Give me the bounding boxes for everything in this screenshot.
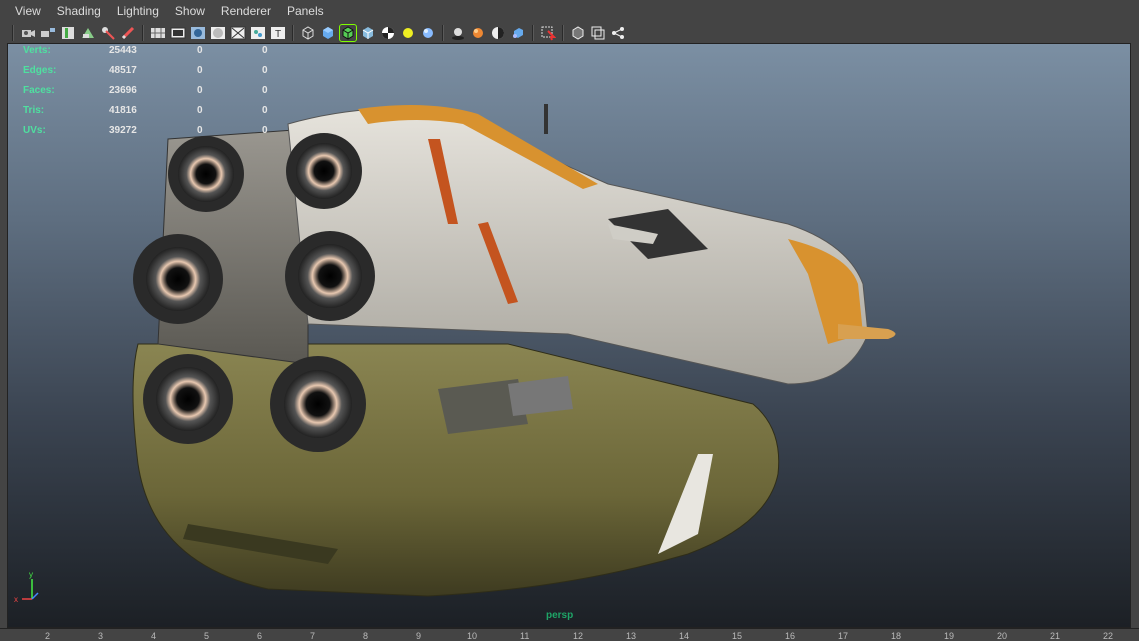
- time-tick: 6: [257, 631, 263, 641]
- bookmark-icon[interactable]: [60, 25, 76, 41]
- textured-icon[interactable]: [360, 25, 376, 41]
- xray-icon[interactable]: [570, 25, 586, 41]
- axis-x-label: x: [14, 595, 18, 604]
- toolbar-separator: [142, 24, 144, 41]
- time-tick: 4: [151, 631, 157, 641]
- menu-renderer[interactable]: Renderer: [212, 0, 278, 22]
- hud-value: 39272: [109, 125, 137, 136]
- spaceship-model: [132, 104, 896, 597]
- time-tick: 14: [679, 631, 690, 641]
- isolate-select-icon[interactable]: [540, 25, 556, 41]
- grid-icon[interactable]: [150, 25, 166, 41]
- time-tick: 2: [45, 631, 51, 641]
- time-tick: 22: [1103, 631, 1114, 641]
- hud-value: 0: [262, 85, 268, 96]
- time-tick: 8: [363, 631, 369, 641]
- resolution-gate-icon[interactable]: [190, 25, 206, 41]
- hud-icon[interactable]: [610, 25, 626, 41]
- camera-icon[interactable]: [20, 25, 36, 41]
- menu-panels[interactable]: Panels: [278, 0, 331, 22]
- toolbar-separator: [532, 24, 534, 41]
- axis-gizmo-icon: y x: [14, 570, 39, 604]
- toolbar-separator: [562, 24, 564, 41]
- hud-value: 41816: [109, 105, 137, 116]
- hud-label: UVs:: [23, 125, 46, 136]
- motion-blur-icon[interactable]: [490, 25, 506, 41]
- screen-ao-icon[interactable]: [470, 25, 486, 41]
- hud-value: 0: [197, 85, 203, 96]
- svg-text:T: T: [275, 29, 281, 40]
- menu-show[interactable]: Show: [166, 0, 212, 22]
- hud-value: 23696: [109, 85, 137, 96]
- shadows-icon[interactable]: [450, 25, 466, 41]
- time-tick: 10: [467, 631, 478, 641]
- menu-view[interactable]: View: [0, 0, 48, 22]
- safe-action-icon[interactable]: [250, 25, 266, 41]
- gate-mask-icon[interactable]: [210, 25, 226, 41]
- menu-shading[interactable]: Shading: [48, 0, 108, 22]
- camera-attrib-icon[interactable]: [40, 25, 56, 41]
- hud-label: Edges:: [23, 65, 57, 76]
- hud-label: Faces:: [23, 85, 55, 96]
- toolbar-separator: [12, 24, 14, 41]
- grease-pencil-icon[interactable]: [120, 25, 136, 41]
- smooth-shade-icon[interactable]: [320, 25, 336, 41]
- 2d-pan-icon[interactable]: [100, 25, 116, 41]
- film-gate-icon[interactable]: [170, 25, 186, 41]
- time-tick: 5: [204, 631, 210, 641]
- time-tick: 13: [626, 631, 637, 641]
- hud-value: 48517: [109, 65, 137, 76]
- time-tick: 15: [732, 631, 743, 641]
- safe-title-icon[interactable]: T: [270, 25, 286, 41]
- axis-y-label: y: [29, 570, 33, 579]
- use-default-light-icon[interactable]: [400, 25, 416, 41]
- image-plane-icon[interactable]: [80, 25, 96, 41]
- hud-label: Verts:: [23, 45, 51, 56]
- camera-label: persp: [546, 610, 574, 621]
- hud-value: 25443: [109, 45, 137, 56]
- hud-value: 0: [262, 125, 268, 136]
- 3d-viewport[interactable]: Verts: 25443 0 0 Edges: 48517 0 0 Faces:…: [7, 43, 1131, 628]
- anti-alias-icon[interactable]: [510, 25, 526, 41]
- time-tick: 3: [98, 631, 104, 641]
- time-tick: 19: [944, 631, 955, 641]
- checker-icon[interactable]: [380, 25, 396, 41]
- time-tick: 16: [785, 631, 796, 641]
- time-tick: 17: [838, 631, 849, 641]
- hud-value: 0: [197, 45, 203, 56]
- field-chart-icon[interactable]: [230, 25, 246, 41]
- time-tick: 21: [1050, 631, 1061, 641]
- time-tick: 9: [416, 631, 422, 641]
- hud-label: Tris:: [23, 105, 45, 116]
- menu-lighting[interactable]: Lighting: [108, 0, 166, 22]
- time-tick: 20: [997, 631, 1008, 641]
- toolbar-separator: [292, 24, 294, 41]
- time-tick: 12: [573, 631, 584, 641]
- panel-toolbar: T: [0, 22, 1139, 43]
- hud-value: 0: [262, 45, 268, 56]
- wireframe-on-shaded-icon[interactable]: [339, 23, 357, 42]
- wireframe-icon[interactable]: [300, 25, 316, 41]
- xray-joints-icon[interactable]: [590, 25, 606, 41]
- hud-value: 0: [197, 65, 203, 76]
- hud-value: 0: [262, 65, 268, 76]
- time-tick: 11: [520, 631, 530, 641]
- menu-bar: View Shading Lighting Show Renderer Pane…: [0, 0, 1139, 23]
- time-tick: 7: [310, 631, 316, 641]
- toolbar-separator: [442, 24, 444, 41]
- time-tick: 18: [891, 631, 902, 641]
- time-slider[interactable]: 2 3 4 5 6 7 8 9 10 11 12 13 14 15 16 17 …: [0, 628, 1139, 641]
- hud-value: 0: [262, 105, 268, 116]
- hud-value: 0: [197, 125, 203, 136]
- all-lights-icon[interactable]: [420, 25, 436, 41]
- hud-value: 0: [197, 105, 203, 116]
